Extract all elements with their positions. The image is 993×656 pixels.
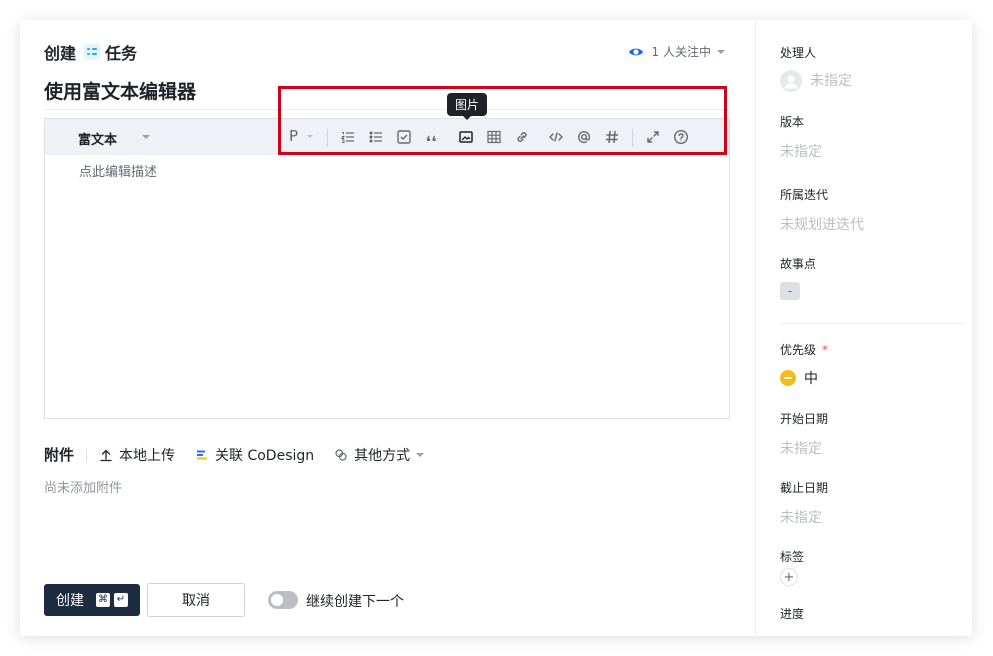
chevron-down-icon [717, 49, 725, 54]
editor-placeholder[interactable]: 点此编辑描述 [79, 161, 157, 180]
assignee-field[interactable]: 未指定 [780, 70, 852, 92]
required-mark: * [822, 343, 829, 357]
assignee-value: 未指定 [810, 73, 852, 89]
priority-medium-icon [780, 370, 796, 386]
codesign-label: 关联 CoDesign [215, 447, 315, 464]
format-select[interactable]: 富文本 [78, 129, 117, 148]
toolbar-highlight-box [278, 86, 727, 155]
local-upload-button[interactable]: 本地上传 [99, 445, 175, 465]
cancel-button[interactable]: 取消 [147, 583, 245, 617]
story-points-field[interactable]: - [780, 282, 800, 300]
due-date-label: 截止日期 [780, 481, 829, 495]
attachments-bar: 附件 本地上传 关联 CoDesign 其他方式 [44, 444, 444, 465]
create-button-label: 创建 [56, 593, 84, 609]
task-title[interactable]: 使用富文本编辑器 [44, 77, 196, 104]
link-circles-icon [335, 448, 347, 461]
dialog-header: 创建 任务 [44, 40, 137, 64]
priority-value: 中 [804, 371, 818, 387]
command-key-icon: ⌘ [96, 593, 110, 607]
version-label: 版本 [780, 115, 805, 129]
priority-field[interactable]: 中 [780, 368, 818, 388]
chevron-down-icon[interactable] [142, 135, 150, 139]
start-date-label: 开始日期 [780, 412, 829, 426]
due-date-field[interactable]: 未指定 [780, 507, 822, 527]
continue-create-toggle[interactable] [268, 591, 298, 609]
divider [780, 323, 965, 324]
divider [86, 447, 88, 462]
chevron-down-icon [416, 452, 425, 457]
iteration-label: 所属迭代 [780, 188, 829, 202]
codesign-link-button[interactable]: 关联 CoDesign [195, 445, 314, 465]
main-panel: 创建 任务 1 人关注中 使用富文本编辑器 富文本 P 点此编辑描述 图片 附件… [20, 20, 755, 636]
attachments-title: 附件 [44, 446, 75, 464]
iteration-field[interactable]: 未规划进迭代 [780, 214, 864, 234]
codesign-icon [197, 450, 208, 459]
task-type-label[interactable]: 任务 [105, 40, 137, 64]
task-type-icon [84, 44, 101, 60]
rich-text-editor[interactable]: 富文本 P 点此编辑描述 [44, 118, 730, 419]
properties-sidebar: 处理人 未指定 版本 未指定 所属迭代 未规划进迭代 故事点 - 优先级 * 中 … [755, 20, 972, 636]
header-create-label: 创建 [44, 44, 77, 63]
create-task-dialog: 创建 任务 1 人关注中 使用富文本编辑器 富文本 P 点此编辑描述 图片 附件… [20, 20, 972, 636]
local-upload-label: 本地上传 [119, 447, 176, 464]
continue-create-label: 继续创建下一个 [306, 594, 404, 610]
create-button[interactable]: 创建 ⌘ ↵ [44, 584, 140, 616]
eye-icon [628, 48, 643, 55]
attachments-empty-text: 尚未添加附件 [44, 481, 123, 496]
add-tag-button[interactable]: + [780, 568, 798, 586]
watch-label: 1 人关注中 [651, 45, 711, 59]
other-methods-dropdown[interactable]: 其他方式 [334, 445, 425, 465]
story-points-label: 故事点 [780, 257, 817, 271]
progress-label: 进度 [780, 607, 805, 621]
upload-icon [100, 449, 112, 461]
priority-label: 优先级 * [780, 341, 828, 358]
start-date-field[interactable]: 未指定 [780, 438, 822, 458]
tags-label: 标签 [780, 550, 805, 564]
enter-key-icon: ↵ [114, 593, 128, 607]
priority-label-text: 优先级 [780, 343, 817, 357]
assignee-label: 处理人 [780, 46, 817, 60]
watch-control[interactable]: 1 人关注中 [628, 43, 725, 60]
avatar [780, 70, 802, 92]
other-methods-label: 其他方式 [354, 447, 411, 464]
version-field[interactable]: 未指定 [780, 141, 822, 161]
